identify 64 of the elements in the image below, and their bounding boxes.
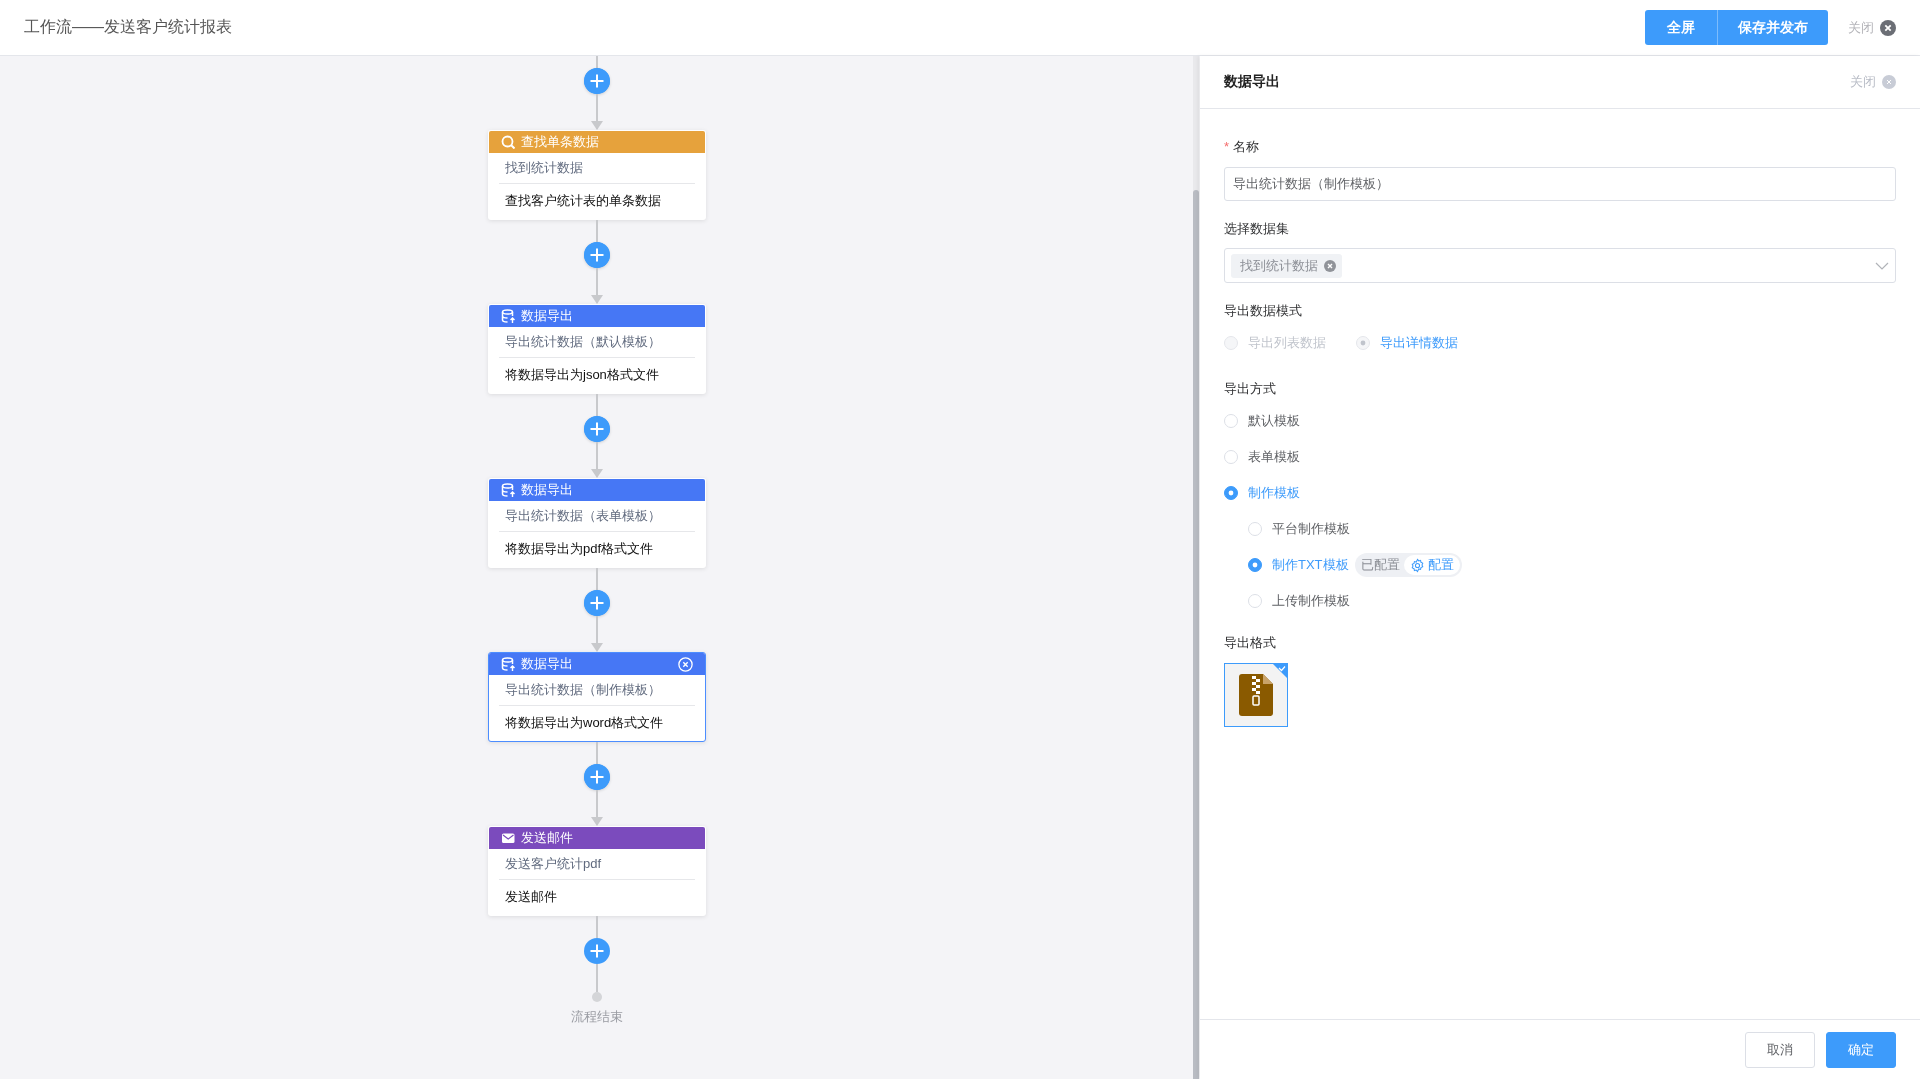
envelope-icon — [501, 831, 515, 845]
add-step-button[interactable] — [584, 764, 610, 790]
scrollbar[interactable] — [1193, 56, 1199, 1079]
database-icon — [501, 309, 515, 323]
add-step-button[interactable] — [584, 938, 610, 964]
dataset-tag: 找到统计数据 — [1231, 253, 1342, 278]
required-mark: * — [1224, 138, 1230, 156]
remove-tag-icon[interactable] — [1324, 259, 1336, 272]
configured-status: 已配置 — [1360, 556, 1400, 574]
field-label: 导出数据模式 — [1224, 302, 1302, 320]
node-name: 发送客户统计pdf — [499, 849, 695, 880]
workflow-node-card[interactable]: 数据导出 导出统计数据（表单模板） 将数据导出为pdf格式文件 — [488, 478, 706, 568]
radio-label[interactable]: 平台制作模板 — [1272, 520, 1350, 538]
node-type: 查找单条数据 — [521, 133, 600, 151]
workflow-node-card[interactable]: 数据导出 导出统计数据（制作模板） 将数据导出为word格式文件 — [488, 652, 706, 742]
node-description: 发送邮件 — [504, 888, 558, 906]
database-icon — [501, 483, 515, 497]
node-description: 将数据导出为json格式文件 — [504, 366, 660, 384]
zip-file-icon — [1239, 674, 1273, 716]
panel-title: 数据导出 — [1224, 73, 1281, 91]
add-step-button[interactable] — [584, 68, 610, 94]
field-label: 导出格式 — [1224, 634, 1276, 652]
node-type: 数据导出 — [521, 307, 574, 325]
workflow-node-card[interactable]: 发送邮件 发送客户统计pdf 发送邮件 — [488, 826, 706, 916]
arrow-connector — [591, 442, 603, 478]
radio-button[interactable] — [1224, 486, 1238, 500]
window-title: 工作流——发送客户统计报表 — [24, 17, 233, 37]
arrow-connector — [591, 268, 603, 304]
node-description: 将数据导出为pdf格式文件 — [504, 540, 655, 558]
chevron-down-icon — [1875, 261, 1889, 270]
add-step-button[interactable] — [584, 416, 610, 442]
close-icon[interactable] — [1880, 19, 1896, 36]
arrow-connector — [591, 94, 603, 130]
field-label: 选择数据集 — [1224, 220, 1289, 238]
node-type: 发送邮件 — [521, 829, 574, 847]
node-type: 数据导出 — [521, 481, 574, 499]
node-type: 数据导出 — [521, 655, 574, 673]
node-name: 导出统计数据（默认模板） — [499, 327, 695, 358]
flow-end-label: 流程结束 — [571, 1008, 623, 1026]
radio-label[interactable]: 上传制作模板 — [1272, 592, 1350, 610]
radio-label[interactable]: 默认模板 — [1248, 412, 1300, 430]
node-description: 查找客户统计表的单条数据 — [504, 192, 662, 210]
magnifier-icon — [501, 135, 515, 149]
add-step-button[interactable] — [584, 242, 610, 268]
workflow-node-card[interactable]: 查找单条数据 找到统计数据 查找客户统计表的单条数据 — [488, 130, 706, 220]
settings-icon — [1409, 557, 1425, 573]
node-name: 导出统计数据（表单模板） — [499, 501, 695, 532]
cancel-button[interactable]: 取消 — [1745, 1031, 1815, 1068]
arrow-connector — [591, 790, 603, 826]
database-icon — [501, 657, 515, 671]
node-description: 将数据导出为word格式文件 — [504, 714, 665, 732]
radio-label[interactable]: 表单模板 — [1248, 448, 1300, 466]
radio-button[interactable] — [1248, 558, 1262, 572]
name-input-field[interactable]: 导出统计数据（制作模板） — [1224, 167, 1896, 201]
node-name: 找到统计数据 — [499, 153, 695, 184]
arrow-connector — [591, 616, 603, 652]
checkmark-icon — [1273, 664, 1287, 678]
node-name: 导出统计数据（制作模板） — [499, 675, 695, 706]
workflow-node-card[interactable]: 数据导出 导出统计数据（默认模板） 将数据导出为json格式文件 — [488, 304, 706, 394]
close-icon[interactable] — [678, 656, 693, 672]
add-step-button[interactable] — [584, 590, 610, 616]
field-label: 导出方式 — [1224, 380, 1276, 398]
zip-format-option[interactable] — [1224, 663, 1288, 727]
field-label: 名称 — [1233, 138, 1260, 156]
